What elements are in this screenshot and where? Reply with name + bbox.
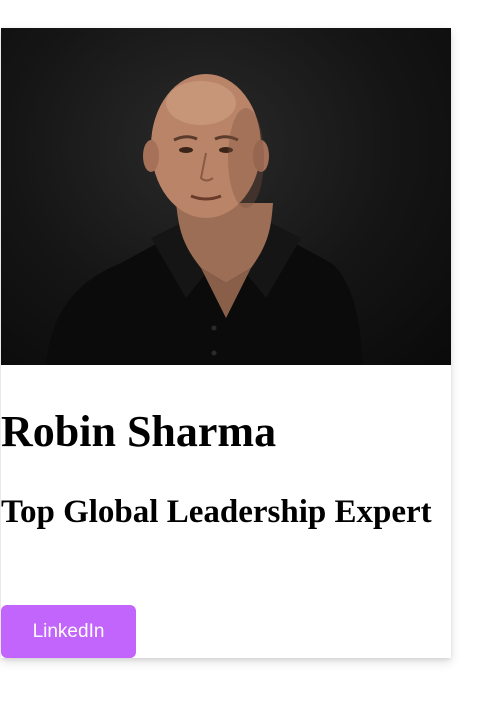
portrait-illustration [46,74,363,365]
linkedin-button[interactable]: LinkedIn [1,605,136,658]
profile-title: Top Global Leadership Expert [1,494,432,530]
profile-card: Robin Sharma Top Global Leadership Exper… [1,28,451,658]
profile-photo [1,28,451,365]
profile-name: Robin Sharma [1,407,277,456]
